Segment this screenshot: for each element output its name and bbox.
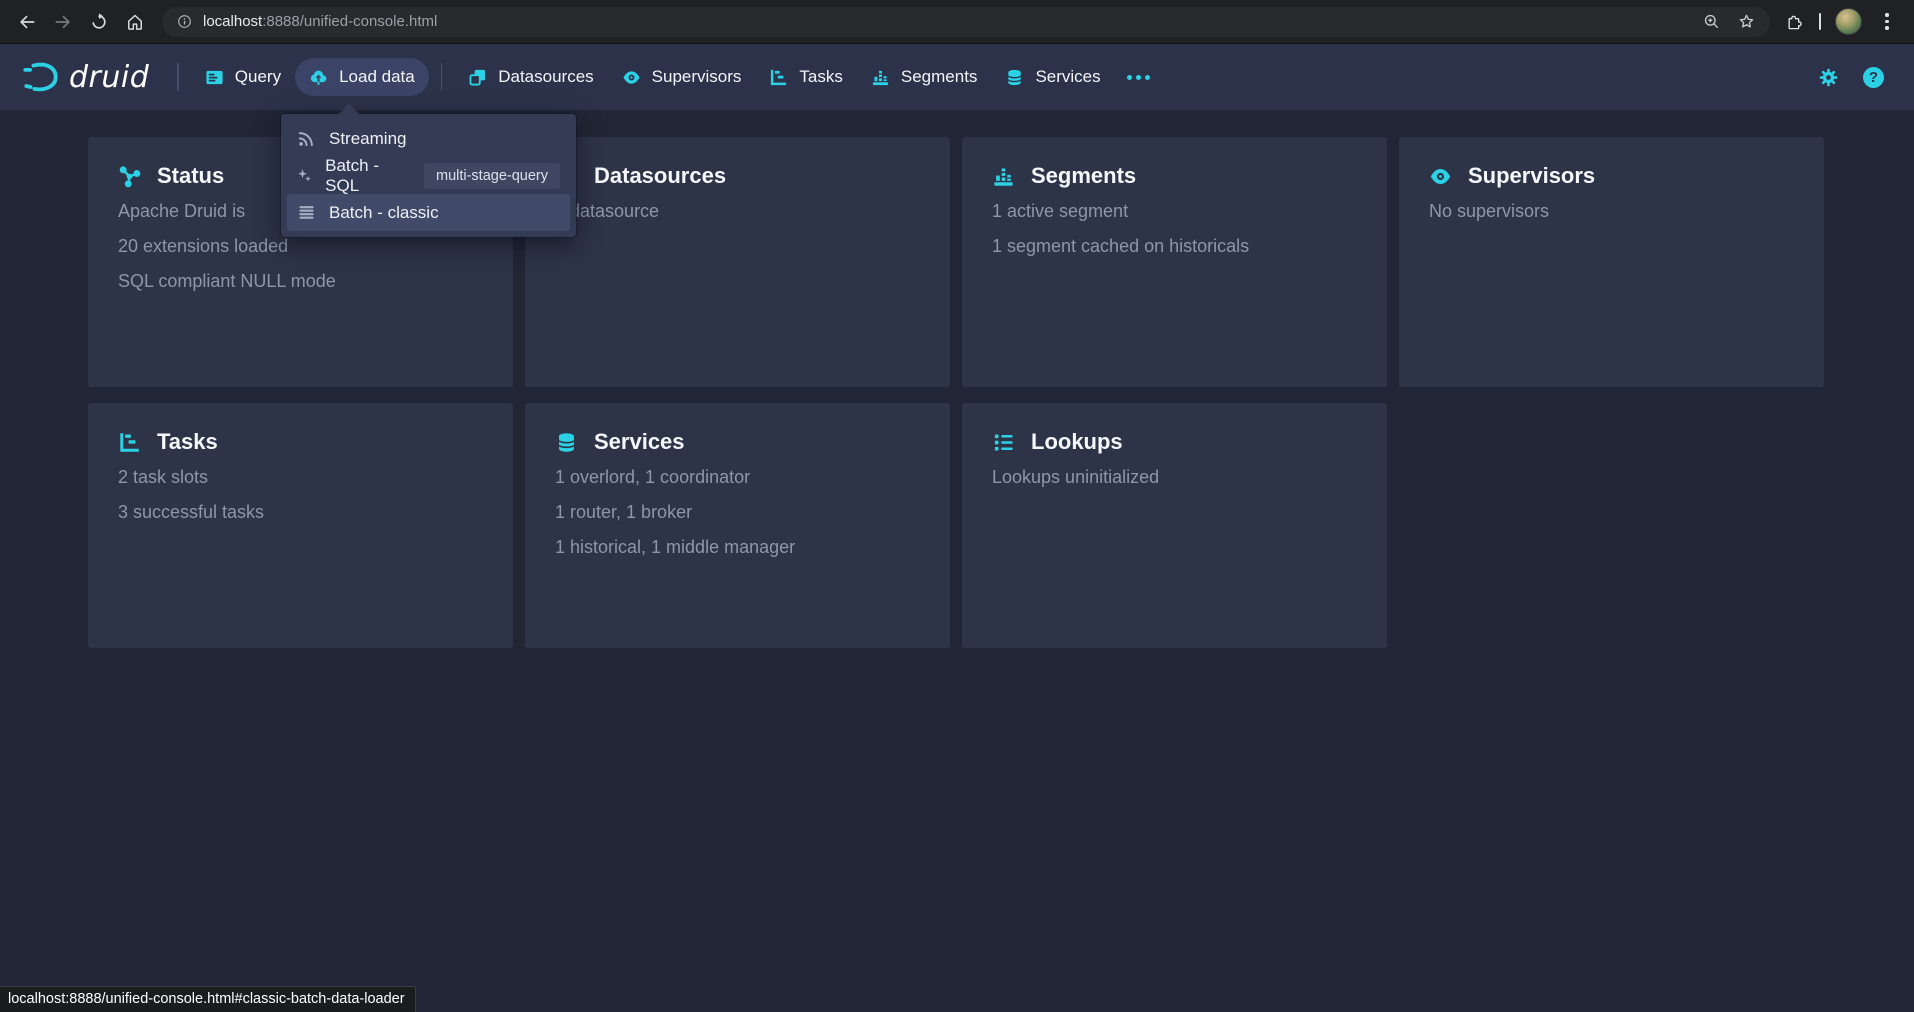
- card-line: Lookups uninitialized: [992, 467, 1357, 488]
- card-title: Services: [594, 429, 685, 455]
- nav-more-button[interactable]: [1115, 58, 1162, 96]
- card-line: 1 router, 1 broker: [555, 502, 920, 523]
- card-line: SQL compliant NULL mode: [118, 271, 483, 292]
- card-segments[interactable]: Segments 1 active segment 1 segment cach…: [962, 137, 1387, 387]
- gantt-icon: [769, 68, 788, 87]
- help-icon[interactable]: ?: [1863, 67, 1884, 88]
- more-ellipsis-icon: [1127, 75, 1150, 80]
- datasources-icon: [468, 68, 487, 87]
- forward-button[interactable]: [46, 5, 80, 39]
- card-line: 2 task slots: [118, 467, 483, 488]
- nav-label: Datasources: [498, 67, 593, 87]
- nav-item-query[interactable]: Query: [191, 58, 295, 96]
- nav-item-datasources[interactable]: Datasources: [454, 58, 607, 96]
- card-supervisors[interactable]: Supervisors No supervisors: [1399, 137, 1824, 387]
- card-line: 1 datasource: [555, 201, 920, 222]
- url-path: :8888/unified-console.html: [262, 13, 437, 30]
- stacked-lines-icon: [297, 203, 316, 222]
- eye-icon: [1429, 165, 1452, 188]
- nav-label: Tasks: [799, 67, 842, 87]
- card-line: 1 segment cached on historicals: [992, 236, 1357, 257]
- browser-toolbar: localhost:8888/unified-console.html: [0, 0, 1914, 44]
- segments-icon: [992, 165, 1015, 188]
- back-button[interactable]: [10, 5, 44, 39]
- nav-label: Query: [235, 67, 281, 87]
- reload-button[interactable]: [82, 5, 116, 39]
- nav-label: Services: [1035, 67, 1100, 87]
- url-bar[interactable]: localhost:8888/unified-console.html: [162, 7, 1770, 37]
- nav-label: Segments: [901, 67, 978, 87]
- card-tasks[interactable]: Tasks 2 task slots 3 successful tasks: [88, 403, 513, 648]
- druid-header: druid Query Load data Datasources Superv…: [0, 44, 1914, 110]
- menu-item-streaming[interactable]: Streaming: [287, 120, 570, 157]
- nav-item-services[interactable]: Services: [991, 58, 1114, 96]
- menu-item-label: Batch - classic: [329, 203, 439, 223]
- info-icon[interactable]: [176, 13, 193, 30]
- database-icon: [1005, 68, 1024, 87]
- home-button[interactable]: [118, 5, 152, 39]
- card-title: Segments: [1031, 163, 1136, 189]
- properties-icon: [992, 431, 1015, 454]
- card-title: Status: [157, 163, 224, 189]
- card-services[interactable]: Services 1 overlord, 1 coordinator 1 rou…: [525, 403, 950, 648]
- forward-arrow-icon: [53, 12, 73, 32]
- query-icon: [205, 68, 224, 87]
- card-datasources[interactable]: Datasources 1 datasource: [525, 137, 950, 387]
- card-title: Lookups: [1031, 429, 1123, 455]
- menu-item-batch-classic[interactable]: Batch - classic: [287, 194, 570, 231]
- reload-icon: [89, 12, 109, 32]
- gantt-icon: [118, 431, 141, 454]
- menu-item-label: Batch - SQL: [325, 156, 399, 196]
- graph-icon: [118, 165, 141, 188]
- url-host: localhost: [203, 13, 262, 30]
- nav-label: Load data: [339, 67, 415, 87]
- chrome-menu-button[interactable]: [1876, 9, 1898, 35]
- card-line: 3 successful tasks: [118, 502, 483, 523]
- zoom-magnifier-icon[interactable]: [1702, 12, 1721, 31]
- druid-logo-icon: [22, 58, 60, 96]
- menu-item-batch-sql[interactable]: Batch - SQL multi-stage-query: [287, 157, 570, 194]
- multi-stage-query-tag: multi-stage-query: [424, 163, 560, 189]
- url-text: localhost:8888/unified-console.html: [203, 13, 437, 30]
- card-title: Supervisors: [1468, 163, 1595, 189]
- load-data-menu: Streaming Batch - SQL multi-stage-query …: [281, 114, 576, 237]
- toolbar-divider: [1819, 13, 1821, 30]
- nav-divider: [177, 63, 179, 91]
- nav-divider: [441, 63, 443, 91]
- card-title: Datasources: [594, 163, 726, 189]
- eye-icon: [622, 68, 641, 87]
- menu-item-label: Streaming: [329, 129, 406, 149]
- card-title: Tasks: [157, 429, 218, 455]
- feed-icon: [297, 129, 316, 148]
- profile-avatar[interactable]: [1835, 8, 1862, 35]
- cloud-upload-icon: [309, 68, 328, 87]
- nav-item-load-data[interactable]: Load data: [295, 58, 429, 96]
- segments-icon: [871, 68, 890, 87]
- home-view: Status Apache Druid is 20 extensions loa…: [0, 110, 1914, 1012]
- database-icon: [555, 431, 578, 454]
- card-line: 20 extensions loaded: [118, 236, 483, 257]
- card-line: 1 overlord, 1 coordinator: [555, 467, 920, 488]
- card-line: No supervisors: [1429, 201, 1794, 222]
- bookmark-star-icon[interactable]: [1737, 12, 1756, 31]
- card-line: 1 historical, 1 middle manager: [555, 537, 920, 558]
- card-lookups[interactable]: Lookups Lookups uninitialized: [962, 403, 1387, 648]
- sparkles-icon: [297, 166, 312, 185]
- card-line: 1 active segment: [992, 201, 1357, 222]
- back-arrow-icon: [17, 12, 37, 32]
- link-status-bubble: localhost:8888/unified-console.html#clas…: [0, 986, 416, 1012]
- brand-wordmark: druid: [69, 60, 149, 95]
- druid-brand[interactable]: druid: [22, 58, 149, 96]
- nav-label: Supervisors: [652, 67, 742, 87]
- nav-item-segments[interactable]: Segments: [857, 58, 992, 96]
- home-icon: [125, 12, 145, 32]
- nav-item-supervisors[interactable]: Supervisors: [608, 58, 756, 96]
- gear-icon[interactable]: [1818, 67, 1839, 88]
- extensions-puzzle-icon[interactable]: [1786, 12, 1805, 31]
- nav-item-tasks[interactable]: Tasks: [755, 58, 856, 96]
- link-status-text: localhost:8888/unified-console.html#clas…: [8, 991, 405, 1007]
